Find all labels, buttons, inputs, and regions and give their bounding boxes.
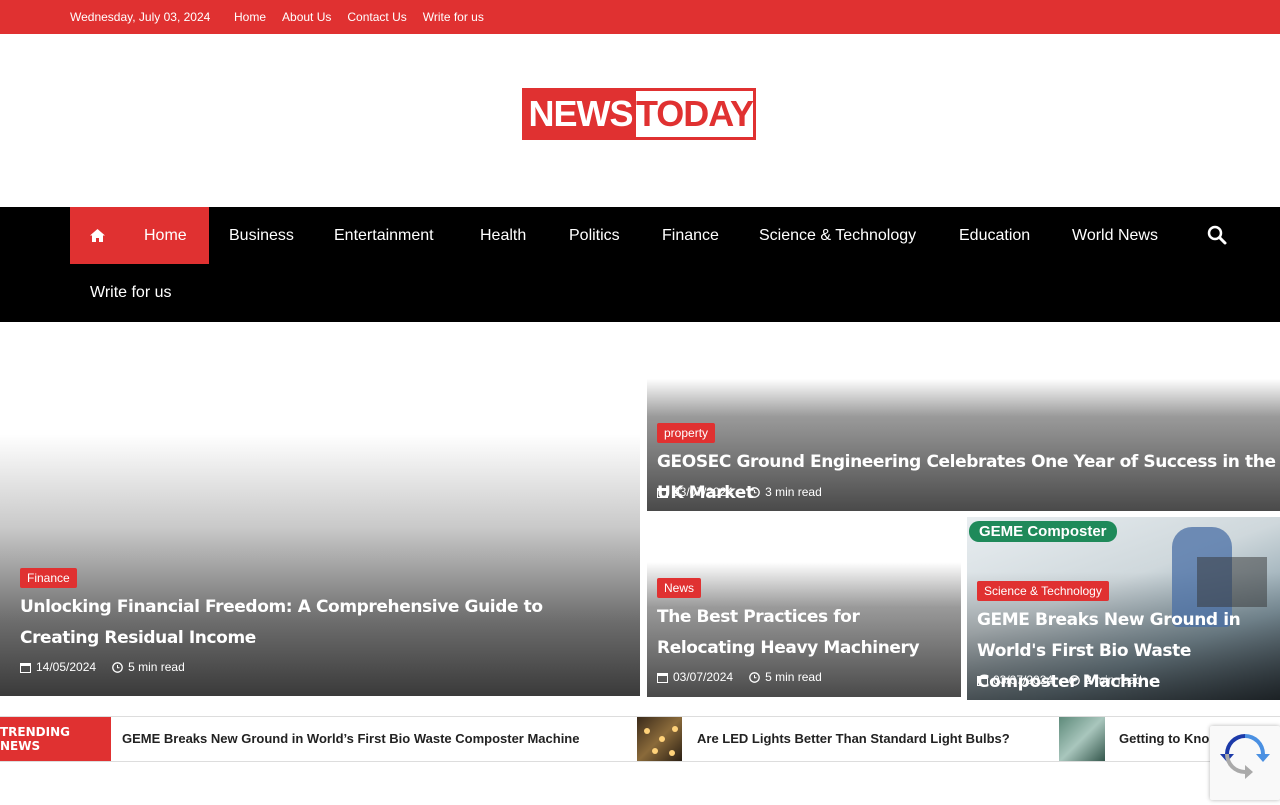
nav-entertainment[interactable]: Entertainment [334,207,434,264]
top-link-about[interactable]: About Us [282,10,331,24]
trending-label: TRENDING NEWS [0,717,111,761]
main-nav: Home Business Entertainment Health Polit… [0,207,1280,322]
trending-item-2[interactable]: Are LED Lights Better Than Standard Ligh… [697,731,1010,746]
featured-main-date: 14/05/2024 [36,660,97,674]
featured-bottom-mid-meta: 03/07/2024 5 min read [657,670,822,684]
oven-shape [1197,557,1267,607]
featured-main-read: 5 min read [128,660,185,674]
trending-item-1[interactable]: GEME Breaks New Ground in World’s First … [122,731,579,746]
featured-top-right-category[interactable]: property [657,423,716,443]
featured-main-read-wrap: 5 min read [112,660,185,674]
featured-bottom-mid[interactable]: News The Best Practices for Relocating H… [647,517,961,697]
featured-main-meta: 14/05/2024 5 min read [20,660,185,674]
recaptcha-icon [1220,734,1270,779]
nav-write-for-us[interactable]: Write for us [90,264,172,321]
nav-world-news[interactable]: World News [1072,207,1158,264]
trending-ticker: TRENDING NEWS GEME Breaks New Ground in … [0,716,1280,762]
featured-bottom-mid-read: 5 min read [765,670,822,684]
featured-top-right-read: 3 min read [765,485,822,499]
top-link-home[interactable]: Home [234,10,266,24]
featured-top-right-read-wrap: 3 min read [749,485,822,499]
featured-top-right-meta: 03/07/2024 3 min read [657,485,822,499]
composter-image-label: GEME Composter [969,521,1117,542]
featured-top-right-date-wrap: 03/07/2024 [657,485,733,499]
clock-icon [749,671,760,683]
featured-bottom-right-meta: 03/07/2024 2 min read [977,673,1142,687]
nav-education[interactable]: Education [959,207,1030,264]
top-link-contact[interactable]: Contact Us [347,10,406,24]
site-logo[interactable]: NEWS TODAY [522,88,756,140]
featured-top-right-title[interactable]: GEOSEC Ground Engineering Celebrates One… [657,447,1277,509]
calendar-icon [657,672,668,683]
lightbulb-icon [644,726,678,756]
nav-finance[interactable]: Finance [662,207,719,264]
featured-main-date-wrap: 14/05/2024 [20,660,96,674]
featured-top-right[interactable]: property GEOSEC Ground Engineering Celeb… [647,322,1280,511]
trending-item-3[interactable]: Getting to Kno [1119,731,1209,746]
top-links: Home About Us Contact Us Write for us [234,10,484,24]
recaptcha-badge[interactable] [1210,726,1280,800]
search-icon[interactable] [1206,224,1228,246]
featured-bottom-mid-date: 03/07/2024 [673,670,734,684]
clock-icon [1069,674,1080,686]
current-date: Wednesday, July 03, 2024 [70,10,211,24]
top-link-write[interactable]: Write for us [423,10,484,24]
trending-thumb-3[interactable] [1059,717,1105,761]
featured-bottom-right-read: 2 min read [1085,673,1142,687]
featured-bottom-mid-read-wrap: 5 min read [749,670,822,684]
calendar-icon [657,487,668,498]
featured-bottom-mid-category[interactable]: News [657,578,702,598]
featured-bottom-mid-title[interactable]: The Best Practices for Relocating Heavy … [657,602,957,664]
featured-bottom-right-date-wrap: 03/07/2024 [977,673,1053,687]
nav-science-technology[interactable]: Science & Technology [759,207,916,264]
clock-icon [112,661,123,673]
home-icon-button[interactable] [70,207,125,264]
nav-health[interactable]: Health [480,207,526,264]
nav-home[interactable]: Home [144,207,187,264]
logo-today: TODAY [635,93,754,134]
logo-news: NEWS [525,91,636,137]
featured-bottom-right-read-wrap: 2 min read [1069,673,1142,687]
nav-politics[interactable]: Politics [569,207,620,264]
home-icon [90,229,105,242]
trending-thumb-2[interactable] [637,717,682,761]
featured-main[interactable]: Finance Unlocking Financial Freedom: A C… [0,322,640,696]
featured-bottom-mid-date-wrap: 03/07/2024 [657,670,733,684]
calendar-icon [977,675,988,686]
clock-icon [749,486,760,498]
featured-main-title[interactable]: Unlocking Financial Freedom: A Comprehen… [20,592,620,654]
featured-bottom-right[interactable]: GEME Composter Science & Technology GEME… [967,517,1280,700]
nav-business[interactable]: Business [229,207,294,264]
featured-bottom-right-date: 03/07/2024 [993,673,1054,687]
featured-top-right-date: 03/07/2024 [673,485,734,499]
calendar-icon [20,662,31,673]
featured-main-category[interactable]: Finance [20,568,77,588]
top-bar: Wednesday, July 03, 2024 Home About Us C… [0,0,1280,34]
featured-bottom-right-category[interactable]: Science & Technology [977,581,1109,601]
